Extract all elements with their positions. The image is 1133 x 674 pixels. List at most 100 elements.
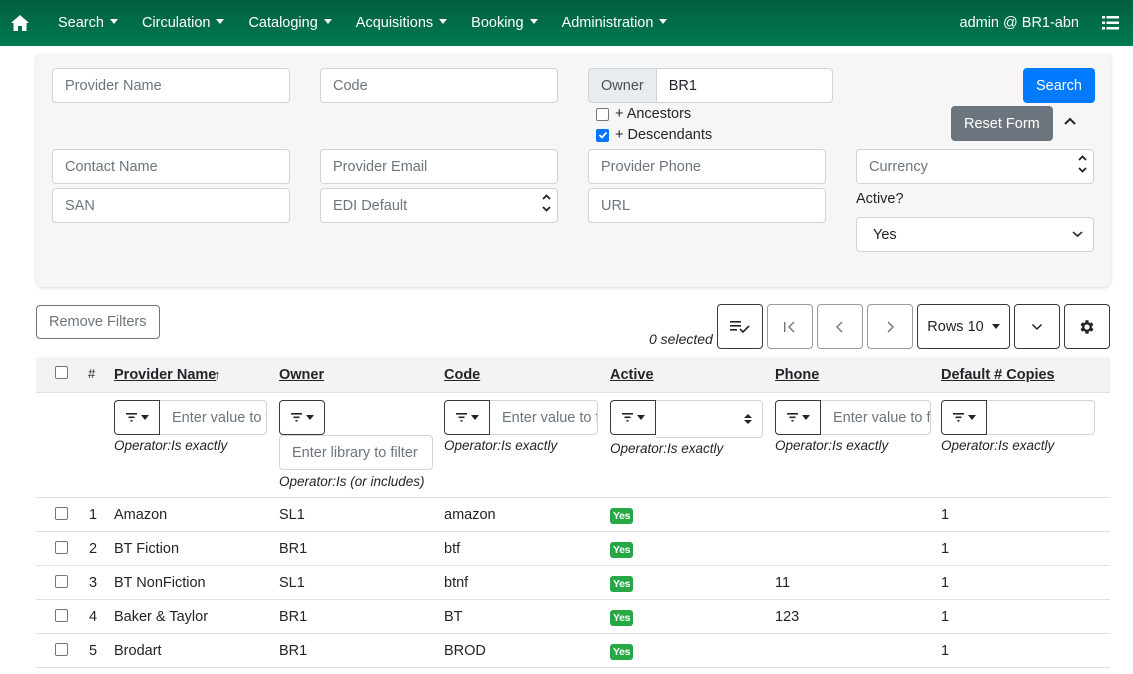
san-field[interactable]: [52, 188, 290, 223]
nav-menu-administration[interactable]: Administration: [550, 0, 680, 46]
active-filter-select[interactable]: [656, 400, 763, 438]
phone-filter-input[interactable]: Enter value to filter: [821, 400, 931, 435]
gear-icon: [1080, 319, 1094, 334]
nav-menu-circulation[interactable]: Circulation: [130, 0, 237, 46]
row-select-checkbox[interactable]: [55, 575, 68, 588]
ancestors-checkbox[interactable]: [596, 107, 609, 121]
nav-menu-acquisitions[interactable]: Acquisitions: [344, 0, 459, 46]
table-row[interactable]: 3 BT NonFiction SL1 btnf Yes 11 1: [36, 566, 1110, 600]
table-row[interactable]: 2 BT Fiction BR1 btf Yes 1: [36, 532, 1110, 566]
provider-phone-input[interactable]: [601, 158, 813, 175]
provider-name-cell[interactable]: BT Fiction: [114, 541, 179, 557]
edi-default-input[interactable]: [333, 197, 545, 214]
provider-email-field[interactable]: [320, 149, 558, 184]
filter-operator-button[interactable]: [114, 400, 160, 435]
provider-phone-field[interactable]: [588, 149, 826, 184]
sort-arrows-icon: [744, 414, 752, 424]
descendants-toggle[interactable]: + Descendants: [596, 127, 712, 143]
provider-name-cell[interactable]: Brodart: [114, 643, 162, 659]
url-input[interactable]: [601, 197, 813, 214]
remove-filters-button[interactable]: Remove Filters: [36, 305, 160, 339]
rows-per-page-dropdown[interactable]: Rows 10: [917, 304, 1010, 349]
default-copies-cell: 1: [941, 575, 950, 591]
filter-operator-button[interactable]: [941, 400, 987, 435]
row-number: 1: [89, 507, 98, 523]
ancestors-toggle[interactable]: + Ancestors: [596, 106, 691, 122]
code-filter-operator: Operator:Is exactly: [444, 438, 558, 453]
table-row[interactable]: 4 Baker & Taylor BR1 BT Yes 123 1: [36, 600, 1110, 634]
nav-menu-search[interactable]: Search: [46, 0, 130, 46]
owner-column-filter: [279, 400, 325, 435]
active-select[interactable]: Yes: [856, 217, 1094, 252]
select-all-button[interactable]: [717, 304, 763, 349]
chevron-up-icon: [542, 194, 551, 200]
currency-field[interactable]: [856, 149, 1094, 184]
currency-spinner[interactable]: [1078, 154, 1087, 174]
currency-input[interactable]: [869, 158, 1081, 175]
row-select-checkbox[interactable]: [55, 609, 68, 622]
phone-filter-operator: Operator:Is exactly: [775, 438, 889, 453]
provider-name-field[interactable]: [52, 68, 290, 103]
provider-name-cell[interactable]: BT NonFiction: [114, 575, 206, 591]
nav-menu-cataloging[interactable]: Cataloging: [236, 0, 343, 46]
contact-name-input[interactable]: [65, 158, 277, 175]
san-input[interactable]: [65, 197, 277, 214]
grid-settings-button[interactable]: [1064, 304, 1110, 349]
current-user[interactable]: admin @ BR1-abn: [960, 15, 1080, 31]
owner-filter-input[interactable]: Enter library to filter: [279, 435, 433, 470]
list-icon: [1101, 16, 1119, 30]
provider-name-input[interactable]: [65, 77, 277, 94]
column-header-active[interactable]: Active: [610, 367, 654, 383]
filter-operator-button[interactable]: [279, 400, 325, 435]
edi-default-field[interactable]: [320, 188, 558, 223]
provider-name-cell[interactable]: Amazon: [114, 507, 167, 523]
row-select-checkbox[interactable]: [55, 541, 68, 554]
expand-rows-button[interactable]: [1014, 304, 1060, 349]
next-page-button[interactable]: [867, 304, 913, 349]
first-page-button[interactable]: [767, 304, 813, 349]
edi-default-spinner[interactable]: [542, 193, 551, 213]
column-header-owner[interactable]: Owner: [279, 367, 324, 383]
phone-column-filter: Enter value to filter: [775, 400, 931, 435]
filter-operator-button[interactable]: [775, 400, 821, 435]
row-select-checkbox[interactable]: [55, 507, 68, 520]
column-header-provider-name[interactable]: Provider Name: [114, 367, 216, 383]
provider-name-filter-input[interactable]: Enter value to filter: [160, 400, 267, 435]
default-copies-cell: 1: [941, 507, 950, 523]
column-header-code[interactable]: Code: [444, 367, 480, 383]
default-copies-filter-operator: Operator:Is exactly: [941, 438, 1055, 453]
url-field[interactable]: [588, 188, 826, 223]
owner-input[interactable]: BR1: [656, 68, 833, 103]
caret-down-icon: [140, 415, 149, 420]
previous-page-button[interactable]: [817, 304, 863, 349]
table-row[interactable]: 1 Amazon SL1 amazon Yes 1: [36, 498, 1110, 532]
chevron-down-icon: [542, 206, 551, 212]
reset-form-button[interactable]: Reset Form: [951, 106, 1053, 141]
code-field[interactable]: [320, 68, 558, 103]
select-all-rows-checkbox[interactable]: [55, 366, 68, 379]
collapse-form-button[interactable]: [1062, 113, 1078, 129]
column-header-default-copies[interactable]: Default # Copies: [941, 367, 1055, 383]
main-menu-button[interactable]: [1097, 0, 1123, 46]
owner-field[interactable]: Owner BR1: [588, 68, 833, 103]
row-number: 5: [89, 643, 98, 659]
contact-name-field[interactable]: [52, 149, 290, 184]
search-button[interactable]: Search: [1023, 68, 1095, 103]
row-select-checkbox[interactable]: [55, 643, 68, 656]
provider-name-cell[interactable]: Baker & Taylor: [114, 609, 208, 625]
grid-filter-row: Enter value to filter Operator:Is exactl…: [36, 393, 1110, 498]
code-cell: btnf: [444, 575, 469, 591]
default-copies-filter-input[interactable]: [987, 400, 1095, 435]
code-filter-input[interactable]: Enter value to filter: [490, 400, 598, 435]
filter-operator-button[interactable]: [610, 400, 656, 435]
caret-down-icon: [109, 18, 118, 24]
table-row[interactable]: 5 Brodart BR1 BROD Yes 1: [36, 634, 1110, 668]
provider-email-input[interactable]: [333, 158, 545, 175]
nav-menu-booking[interactable]: Booking: [459, 0, 549, 46]
filter-icon: [290, 413, 302, 422]
column-header-phone[interactable]: Phone: [775, 367, 819, 383]
home-link[interactable]: [0, 0, 40, 46]
descendants-checkbox[interactable]: [596, 128, 609, 142]
filter-operator-button[interactable]: [444, 400, 490, 435]
code-input[interactable]: [333, 77, 545, 94]
